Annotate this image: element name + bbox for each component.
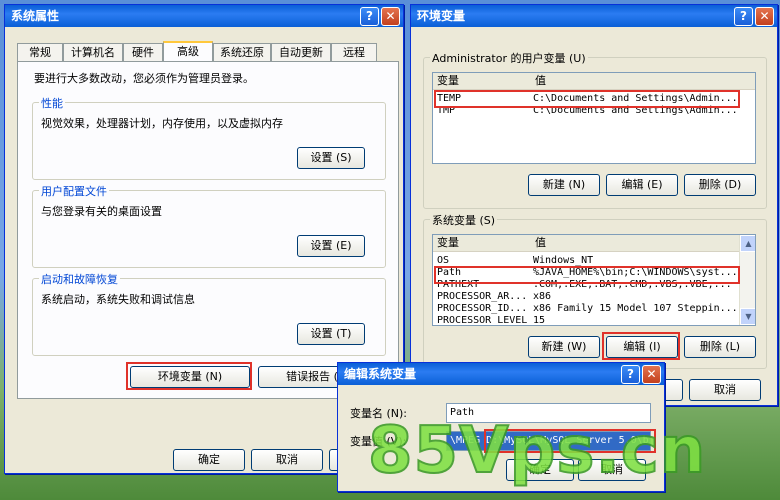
performance-label: 性能 — [39, 95, 65, 111]
user-variables-list[interactable]: 变量 值 TEMP C:\Documents and Settings\Admi… — [432, 72, 756, 164]
system-new-button[interactable]: 新建 (W) — [528, 336, 600, 358]
site-watermark: 85Vps.cn — [367, 413, 707, 489]
startup-recovery-settings-button[interactable]: 设置 (T) — [297, 323, 365, 345]
sys-var-name: PROCESSOR_AR... — [437, 291, 528, 302]
ok-button[interactable]: 确定 — [173, 449, 245, 471]
environment-variables-titlebar[interactable]: 环境变量 ? ✕ — [411, 5, 777, 27]
sys-var-value: x86 — [533, 291, 552, 302]
tab-hardware[interactable]: 硬件 — [123, 43, 163, 61]
list-item[interactable]: PROCESSOR_LEVEL 15 — [433, 315, 739, 326]
user-profiles-label: 用户配置文件 — [39, 183, 109, 199]
close-button[interactable]: ✕ — [755, 7, 774, 26]
tab-system-restore[interactable]: 系统还原 — [213, 43, 271, 61]
tab-automatic-updates[interactable]: 自动更新 — [271, 43, 331, 61]
environment-variables-title: 环境变量 — [417, 9, 466, 23]
user-variables-group: Administrator 的用户变量 (U) 变量 值 TEMP C:\Doc… — [423, 50, 767, 209]
help-button[interactable]: ? — [734, 7, 753, 26]
edit-variable-title: 编辑系统变量 — [344, 367, 417, 381]
tab-advanced[interactable]: 高级 — [163, 41, 213, 62]
admin-note: 要进行大多数改动，您必须作为管理员登录。 — [34, 72, 254, 85]
system-header-name[interactable]: 变量 — [433, 235, 531, 252]
scroll-down-icon[interactable]: ▼ — [740, 308, 755, 325]
close-button[interactable]: ✕ — [642, 365, 661, 384]
user-profiles-description: 与您登录有关的桌面设置 — [41, 205, 162, 218]
list-item[interactable]: PROCESSOR_AR... x86 — [433, 291, 739, 303]
user-header-value[interactable]: 值 — [531, 73, 755, 90]
edit-variable-titlebar[interactable]: 编辑系统变量 ? ✕ — [338, 363, 664, 385]
performance-settings-button[interactable]: 设置 (S) — [297, 147, 365, 169]
user-profiles-settings-button[interactable]: 设置 (E) — [297, 235, 365, 257]
temp-row-highlight — [434, 90, 740, 108]
user-variables-label: Administrator 的用户变量 (U) — [430, 50, 588, 66]
tab-panel: 要进行大多数改动，您必须作为管理员登录。 性能 视觉效果，处理器计划，内存使用，… — [17, 61, 399, 399]
list-item[interactable]: PROCESSOR_ID... x86 Family 15 Model 107 … — [433, 303, 739, 315]
path-row-highlight — [434, 266, 740, 284]
performance-group: 性能 视觉效果，处理器计划，内存使用，以及虚拟内存 设置 (S) — [32, 95, 386, 180]
help-button[interactable]: ? — [621, 365, 640, 384]
system-properties-title: 系统属性 — [11, 9, 60, 23]
tab-computer-name[interactable]: 计算机名 — [63, 43, 123, 61]
env-button-highlight — [126, 362, 252, 390]
user-profiles-group: 用户配置文件 与您登录有关的桌面设置 设置 (E) — [32, 183, 386, 268]
tab-remote[interactable]: 远程 — [331, 43, 377, 61]
system-delete-button[interactable]: 删除 (L) — [684, 336, 756, 358]
system-variables-label: 系统变量 (S) — [430, 212, 498, 228]
system-edit-highlight — [602, 332, 680, 360]
system-header-value[interactable]: 值 — [531, 235, 739, 252]
user-edit-button[interactable]: 编辑 (E) — [606, 174, 678, 196]
environment-variables-window: 环境变量 ? ✕ Administrator 的用户变量 (U) 变量 值 TE… — [410, 4, 778, 406]
env-cancel-button[interactable]: 取消 — [689, 379, 761, 401]
sys-var-name: PROCESSOR_ID... — [437, 303, 528, 314]
system-properties-titlebar[interactable]: 系统属性 ? ✕ — [5, 5, 403, 27]
startup-recovery-label: 启动和故障恢复 — [39, 271, 120, 287]
tab-strip: 常规 计算机名 硬件 高级 系统还原 自动更新 远程 — [17, 41, 397, 62]
system-list-scrollbar[interactable]: ▲ ▼ — [739, 235, 755, 325]
startup-recovery-description: 系统启动，系统失败和调试信息 — [41, 293, 195, 306]
sys-var-value: x86 Family 15 Model 107 Steppin... — [533, 303, 738, 314]
user-delete-button[interactable]: 删除 (D) — [684, 174, 756, 196]
performance-description: 视觉效果，处理器计划，内存使用，以及虚拟内存 — [41, 117, 283, 130]
startup-recovery-group: 启动和故障恢复 系统启动，系统失败和调试信息 设置 (T) — [32, 271, 386, 356]
user-header-name[interactable]: 变量 — [433, 73, 531, 90]
help-button[interactable]: ? — [360, 7, 379, 26]
sys-var-name: PROCESSOR_LEVEL — [437, 315, 528, 326]
tab-general[interactable]: 常规 — [17, 43, 63, 61]
scroll-up-icon[interactable]: ▲ — [740, 235, 755, 252]
sys-var-value: 15 — [533, 315, 546, 326]
user-new-button[interactable]: 新建 (N) — [528, 174, 600, 196]
cancel-button[interactable]: 取消 — [251, 449, 323, 471]
system-variables-group: 系统变量 (S) 变量 值 OS Windows_NT Path %JAVA_H… — [423, 212, 767, 369]
close-button[interactable]: ✕ — [381, 7, 400, 26]
